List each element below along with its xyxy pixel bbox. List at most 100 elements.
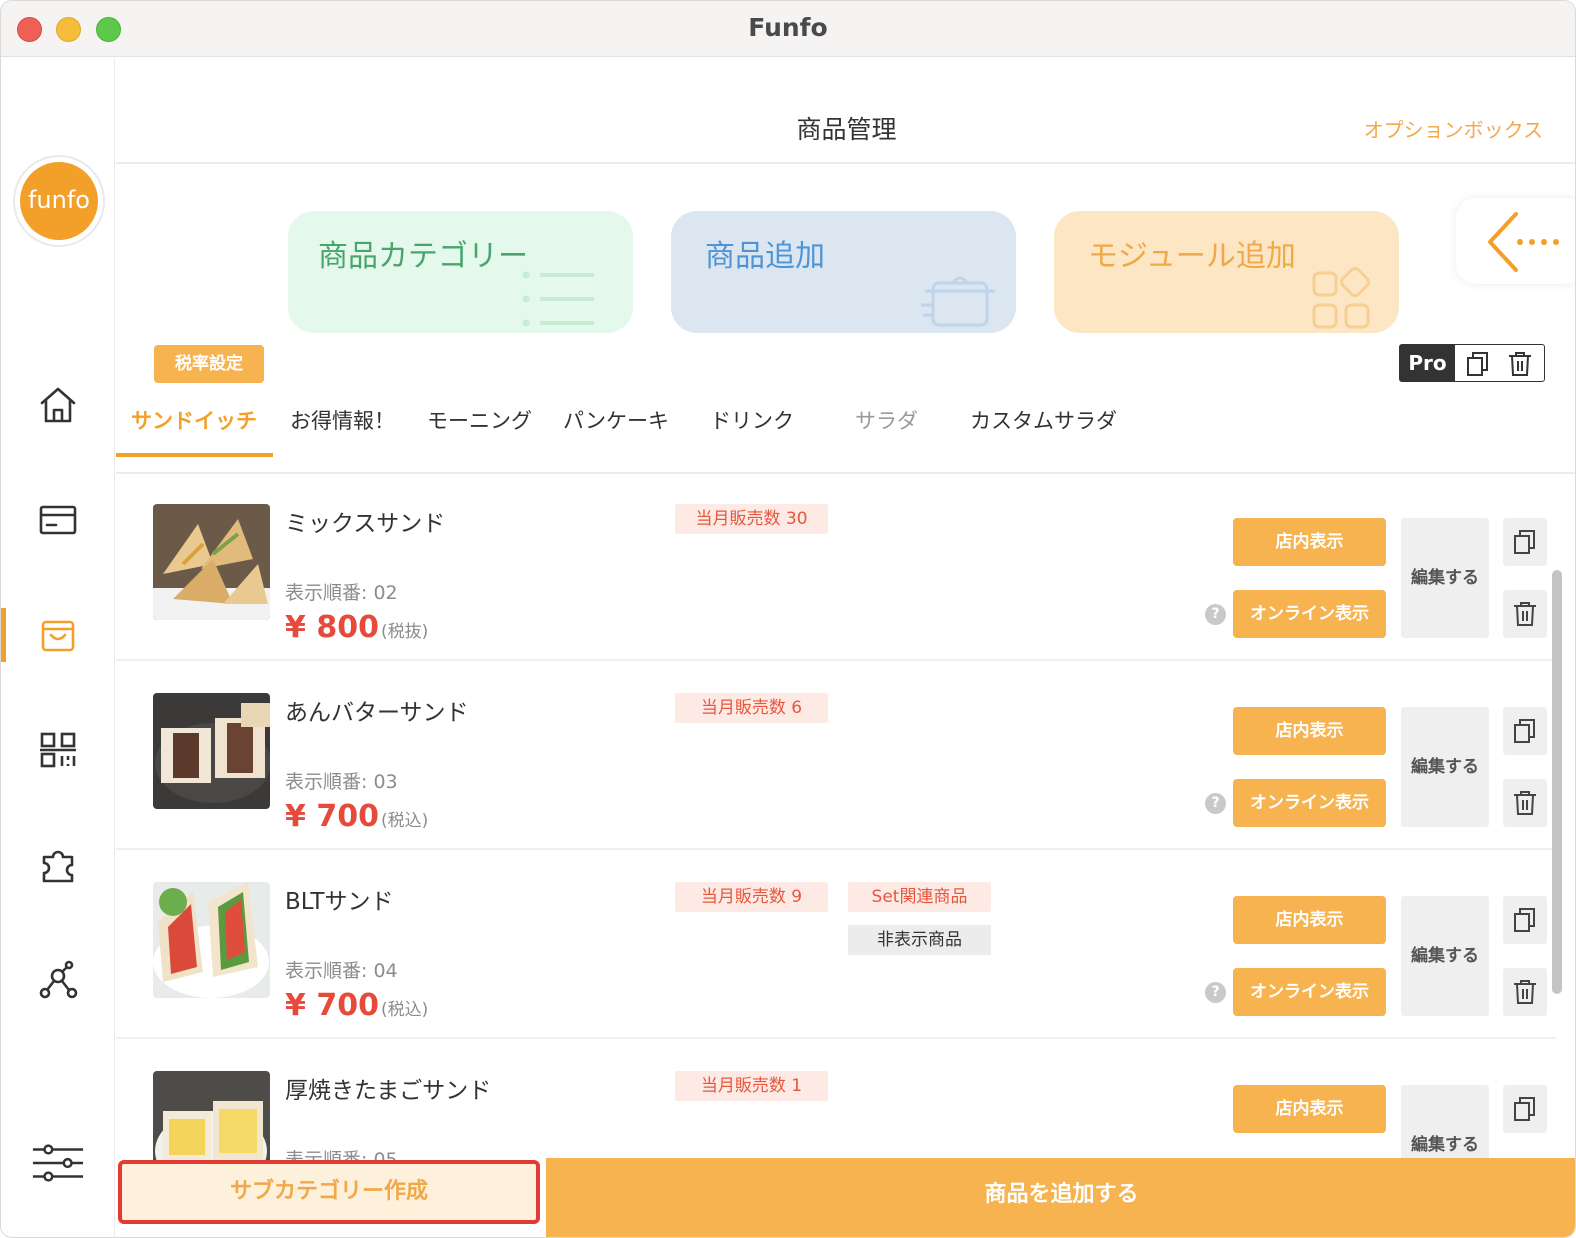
delete-button[interactable] [1503, 590, 1547, 638]
pro-badge[interactable]: Pro [1400, 345, 1455, 381]
edit-button[interactable]: 編集する [1401, 518, 1489, 638]
online-display-button[interactable]: オンライン表示 [1233, 590, 1386, 638]
sidebar-active-indicator [1, 608, 6, 662]
tab-custom-salad[interactable]: カスタムサラダ [970, 398, 1117, 458]
monthly-sales-badge: 当月販売数 9 [675, 882, 828, 912]
tab-morning[interactable]: モーニング [427, 398, 532, 458]
add-module-card-label: モジュール追加 [1088, 239, 1296, 274]
edit-button[interactable]: 編集する [1401, 896, 1489, 1016]
logo-text: funfo [20, 162, 98, 240]
in-store-display-button[interactable]: 店内表示 [1233, 1085, 1386, 1133]
tab-drink[interactable]: ドリンク [710, 398, 794, 458]
tab-deals[interactable]: お得情報！ [290, 398, 395, 458]
copy-icon [1514, 719, 1535, 743]
sidebar-item-modules[interactable] [31, 838, 85, 892]
product-price: ¥ 800 (税抜) [285, 610, 428, 645]
product-price: ¥ 700 (税込) [285, 988, 428, 1023]
product-name: 厚焼きたまごサンド [285, 1078, 492, 1104]
sidebar-item-card[interactable] [31, 493, 85, 547]
product-price: ¥ 700 (税込) [285, 799, 428, 834]
add-product-card[interactable]: 商品追加 [671, 211, 1016, 333]
product-display-order: 表示順番: 04 [285, 960, 398, 982]
copy-icon[interactable] [1464, 350, 1492, 378]
help-icon[interactable]: ? [1205, 604, 1226, 625]
category-tabs: サンドイッチ お得情報！ モーニング パンケーキ ドリンク サラダ カスタムサラ… [116, 398, 1575, 460]
duplicate-button[interactable] [1503, 518, 1547, 566]
tax-rate-settings-button[interactable]: 税率設定 [154, 345, 264, 383]
product-tax-note: (税込) [380, 1000, 429, 1020]
product-display-order: 表示順番: 02 [285, 582, 398, 604]
product-image-anbutter-sandwich [153, 693, 270, 809]
qr-code-icon [40, 732, 76, 768]
bottom-action-bar: サブカテゴリー作成 商品を追加する [116, 1158, 1575, 1237]
delete-button[interactable] [1503, 968, 1547, 1016]
add-product-button[interactable]: 商品を追加する [546, 1158, 1575, 1237]
tab-pancake[interactable]: パンケーキ [563, 398, 669, 458]
in-store-display-button[interactable]: 店内表示 [1233, 707, 1386, 755]
in-store-display-button[interactable]: 店内表示 [1233, 896, 1386, 944]
product-image-mix-sandwich [153, 504, 270, 620]
add-product-card-label: 商品追加 [705, 239, 825, 274]
product-tax-note: (税込) [380, 811, 429, 831]
sidebar-item-products[interactable] [31, 608, 85, 662]
in-store-display-button[interactable]: 店内表示 [1233, 518, 1386, 566]
product-name: あんバターサンド [285, 700, 469, 726]
header-divider [116, 162, 1575, 164]
create-subcategory-button[interactable]: サブカテゴリー作成 [118, 1160, 540, 1224]
table-row: BLTサンド 表示順番: 04 ¥ 700 (税込) 当月販売数 9 Set関連商… [116, 850, 1556, 1039]
back-navigation-card[interactable] [1456, 198, 1575, 284]
tab-salad[interactable]: サラダ [855, 398, 918, 458]
product-tax-note: (税抜) [380, 622, 429, 642]
help-icon[interactable]: ? [1205, 793, 1226, 814]
app-window: Funfo funfo 商品管理 オプションボックス 商品カテゴリー 商品追加 … [0, 0, 1576, 1238]
network-icon [39, 960, 78, 999]
duplicate-button[interactable] [1503, 707, 1547, 755]
home-icon [40, 387, 76, 423]
trash-icon [1514, 791, 1536, 815]
hidden-product-badge: 非表示商品 [848, 925, 991, 955]
product-name: ミックスサンド [285, 511, 446, 537]
help-icon[interactable]: ? [1205, 982, 1226, 1003]
trash-icon [1514, 602, 1536, 626]
copy-icon [1514, 908, 1535, 932]
table-row: あんバターサンド 表示順番: 03 ¥ 700 (税込) 当月販売数 6 店内表示… [116, 661, 1556, 850]
logo[interactable]: funfo [13, 155, 105, 247]
product-category-card[interactable]: 商品カテゴリー [288, 211, 633, 333]
online-display-button[interactable]: オンライン表示 [1233, 968, 1386, 1016]
window-title: Funfo [748, 13, 828, 42]
option-box-link[interactable]: オプションボックス [1364, 114, 1543, 143]
sidebar-item-qr[interactable] [31, 723, 85, 777]
vertical-scrollbar[interactable] [1552, 570, 1562, 994]
modules-icon [1312, 267, 1370, 329]
product-category-card-label: 商品カテゴリー [318, 239, 528, 274]
sidebar: funfo [1, 58, 115, 1237]
delete-button[interactable] [1503, 779, 1547, 827]
settings-sliders-icon [32, 1144, 84, 1182]
title-bar: Funfo [1, 1, 1575, 57]
product-name: BLTサンド [285, 889, 394, 915]
trash-icon[interactable] [1506, 350, 1534, 378]
online-display-button[interactable]: オンライン表示 [1233, 779, 1386, 827]
card-icon [39, 505, 77, 535]
table-row: ミックスサンド 表示順番: 02 ¥ 800 (税抜) 当月販売数 30 店内表示… [116, 472, 1556, 661]
pot-icon [921, 276, 995, 327]
copy-icon [1514, 530, 1535, 554]
back-arrow-icon [1488, 212, 1559, 272]
sidebar-item-network[interactable] [31, 953, 85, 1007]
sidebar-item-settings[interactable] [31, 1136, 85, 1190]
product-price-value: ¥ 800 [285, 610, 379, 645]
duplicate-button[interactable] [1503, 1085, 1547, 1133]
sidebar-item-home[interactable] [31, 378, 85, 432]
puzzle-icon [42, 850, 74, 883]
tab-sandwich[interactable]: サンドイッチ [131, 398, 257, 458]
shopping-bag-icon [41, 620, 75, 652]
add-module-card[interactable]: モジュール追加 [1054, 211, 1399, 333]
monthly-sales-badge: 当月販売数 30 [675, 504, 828, 534]
monthly-sales-badge: 当月販売数 1 [675, 1071, 828, 1101]
main-content: 商品管理 オプションボックス 商品カテゴリー 商品追加 モジュール追加 税率設定… [116, 58, 1575, 1237]
list-icon [522, 271, 594, 327]
edit-button[interactable]: 編集する [1401, 707, 1489, 827]
pro-toolbar: Pro [1399, 344, 1545, 382]
monthly-sales-badge: 当月販売数 6 [675, 693, 828, 723]
duplicate-button[interactable] [1503, 896, 1547, 944]
